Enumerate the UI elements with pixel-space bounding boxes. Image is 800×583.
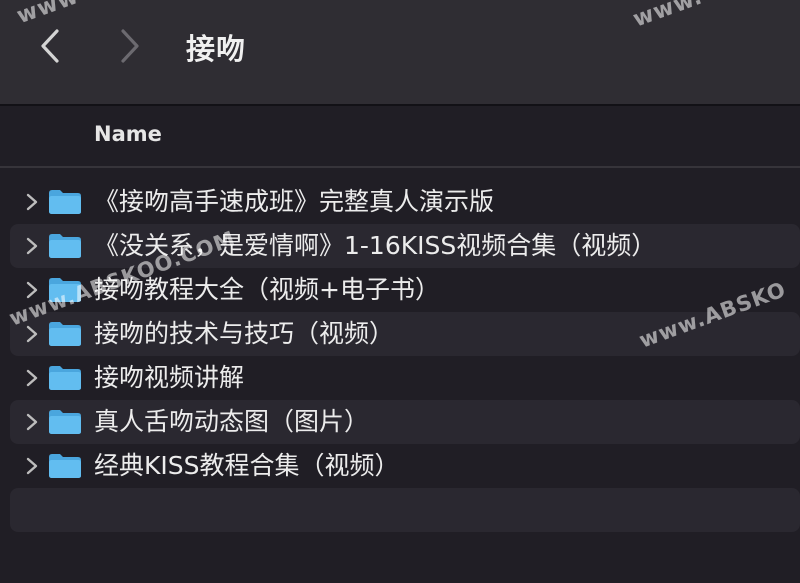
item-name: 接吻视频讲解 (94, 363, 245, 392)
disclosure-chevron-icon[interactable] (22, 280, 42, 300)
folder-icon (49, 234, 81, 258)
disclosure-chevron-icon[interactable] (22, 192, 42, 212)
column-header-name[interactable]: Name (94, 122, 162, 146)
folder-icon (49, 190, 81, 214)
window-title: 接吻 (186, 32, 247, 66)
disclosure-chevron-icon[interactable] (22, 324, 42, 344)
forward-button[interactable] (110, 24, 150, 68)
list-item[interactable]: 《没关系，是爱情啊》1-16KISS视频合集（视频） (10, 224, 800, 268)
disclosure-chevron-icon[interactable] (22, 456, 42, 476)
chevron-left-icon (41, 29, 59, 63)
list-item[interactable]: 《接吻高手速成班》完整真人演示版 (10, 180, 800, 224)
back-button[interactable] (30, 24, 70, 68)
folder-icon (49, 322, 81, 346)
folder-icon (49, 410, 81, 434)
folder-icon (49, 278, 81, 302)
window-titlebar: 接吻 (0, 0, 800, 106)
list-item[interactable]: 接吻教程大全（视频+电子书） (10, 268, 800, 312)
list-item[interactable]: 真人舌吻动态图（图片） (10, 400, 800, 444)
list-item[interactable]: 接吻的技术与技巧（视频） (10, 312, 800, 356)
folder-icon (49, 454, 81, 478)
item-name: 接吻教程大全（视频+电子书） (94, 275, 440, 304)
disclosure-chevron-icon[interactable] (22, 412, 42, 432)
item-name: 《没关系，是爱情啊》1-16KISS视频合集（视频） (94, 231, 657, 260)
item-name: 接吻的技术与技巧（视频） (94, 319, 395, 348)
chevron-right-icon (121, 29, 139, 63)
disclosure-chevron-icon[interactable] (22, 236, 42, 256)
file-list: 《接吻高手速成班》完整真人演示版 《没关系，是爱情啊》1-16KISS视频合集（… (10, 180, 800, 532)
column-header: Name (0, 106, 800, 168)
disclosure-chevron-icon[interactable] (22, 368, 42, 388)
empty-row (10, 488, 800, 532)
list-item[interactable]: 接吻视频讲解 (10, 356, 800, 400)
list-item[interactable]: 经典KISS教程合集（视频） (10, 444, 800, 488)
item-name: 《接吻高手速成班》完整真人演示版 (94, 187, 495, 216)
folder-icon (49, 366, 81, 390)
item-name: 真人舌吻动态图（图片） (94, 407, 370, 436)
item-name: 经典KISS教程合集（视频） (94, 451, 400, 480)
